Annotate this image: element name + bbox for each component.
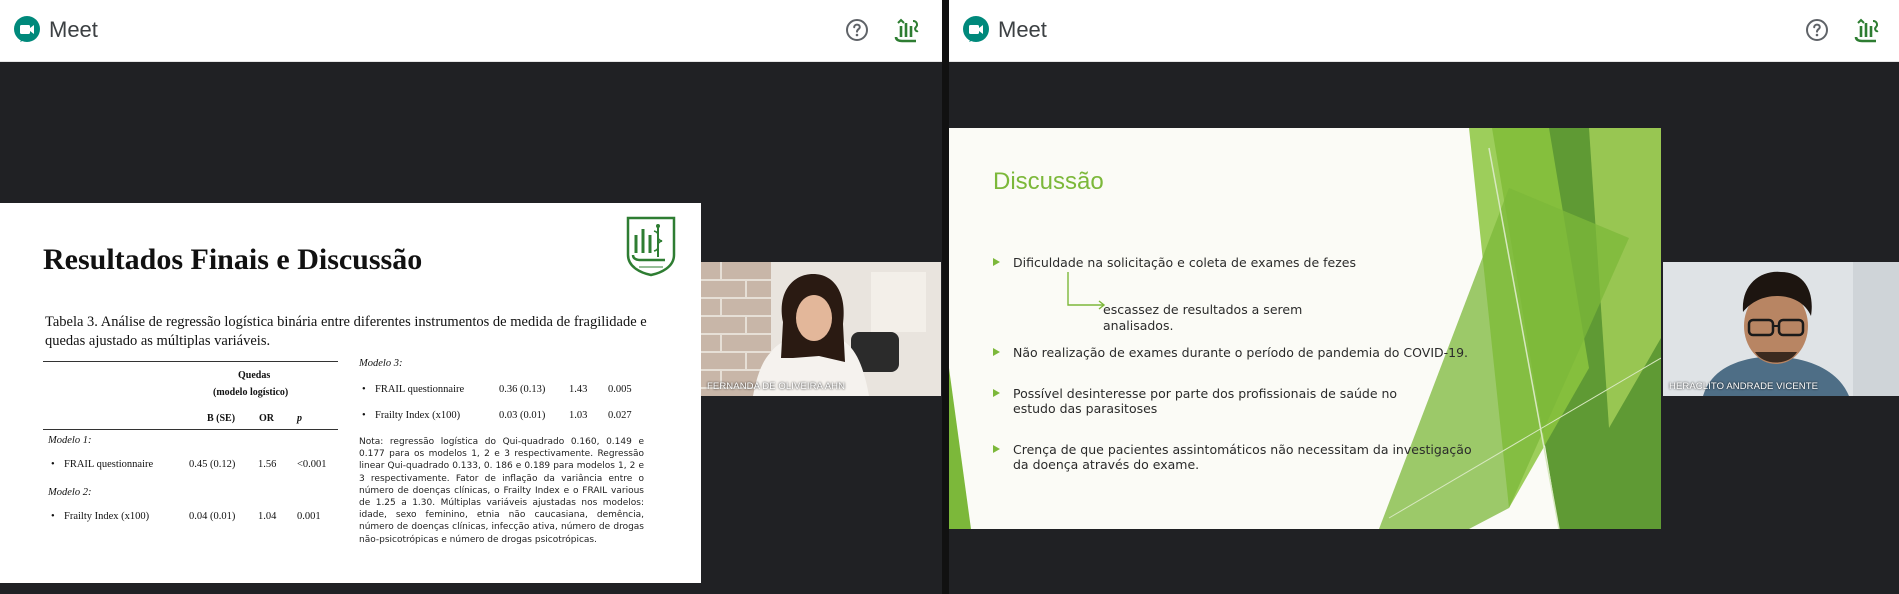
table-rule xyxy=(43,361,338,362)
model-label: Modelo 3: xyxy=(359,358,403,369)
meet-logo-icon xyxy=(14,16,40,42)
model-label: Modelo 1: xyxy=(48,435,92,446)
table-row-label: Frailty Index (x100) xyxy=(362,410,460,421)
institution-logo-icon xyxy=(626,216,676,277)
right-meet-window: Meet Discussão Dificuldade na solicitaçã… xyxy=(949,0,1899,594)
col-header-b-se: B (SE) xyxy=(207,413,236,424)
brand-icon[interactable] xyxy=(892,15,922,45)
slide-title: Resultados Finais e Discussão xyxy=(43,243,423,276)
window-divider xyxy=(942,0,949,594)
table-caption: Tabela 3. Análise de regressão logística… xyxy=(45,314,647,349)
col-header-or: OR xyxy=(259,413,274,424)
arrow-bullet-icon xyxy=(993,445,1000,453)
left-meet-window: Meet Resultados Finais e Discussão Tabel… xyxy=(0,0,942,594)
table-row-label: Frailty Index (x100) xyxy=(51,511,149,522)
presentation-stage: Resultados Finais e Discussão Tabela 3. … xyxy=(0,62,942,594)
table-row-label: FRAIL questionnaire xyxy=(362,384,464,395)
participant-video-tile[interactable]: FERNANDA DE OLIVEIRA AHN xyxy=(701,262,941,396)
shared-slide: Discussão Dificuldade na solicitação e c… xyxy=(949,128,1661,529)
help-icon[interactable] xyxy=(1805,18,1829,42)
table-cell: 1.56 xyxy=(258,459,277,470)
participant-name: FERNANDA DE OLIVEIRA AHN xyxy=(707,381,846,392)
table-cell: <0.001 xyxy=(297,459,327,470)
table-row-label: FRAIL questionnaire xyxy=(51,459,153,470)
meet-logo-icon xyxy=(963,16,989,42)
sub-point: escassez de resultados a serem analisado… xyxy=(1103,302,1303,333)
participant-video-image xyxy=(701,262,941,396)
table-rule xyxy=(43,429,338,430)
table-cell: 0.001 xyxy=(297,511,321,522)
help-icon[interactable] xyxy=(845,18,869,42)
table-cell: 0.04 (0.01) xyxy=(189,511,236,522)
participant-video-image xyxy=(1663,262,1899,396)
arrow-bullet-icon xyxy=(993,389,1000,397)
table-cell: 1.04 xyxy=(258,511,277,522)
table-note: Nota: regressão logística do Qui-quadrad… xyxy=(359,437,644,545)
shared-slide: Resultados Finais e Discussão Tabela 3. … xyxy=(0,203,701,583)
participant-name: HERACLITO ANDRADE VICENTE xyxy=(1669,381,1819,392)
table-cell: 1.03 xyxy=(569,410,588,421)
table-cell: 0.005 xyxy=(608,384,632,395)
table-cell: 0.45 (0.12) xyxy=(189,459,236,470)
table-cell: 0.36 (0.13) xyxy=(499,384,546,395)
top-bar: Meet xyxy=(0,0,942,62)
col-header-p: p xyxy=(297,413,302,424)
connector-arrow-icon xyxy=(1067,272,1106,310)
participant-video-tile[interactable]: HERACLITO ANDRADE VICENTE xyxy=(1663,262,1899,396)
presentation-stage: Discussão Dificuldade na solicitação e c… xyxy=(949,62,1899,594)
arrow-bullet-icon xyxy=(993,258,1000,266)
table-cell: 1.43 xyxy=(569,384,588,395)
table-cell: 0.03 (0.01) xyxy=(499,410,546,421)
app-title: Meet xyxy=(998,17,1047,42)
table-group-subheader: (modelo logístico) xyxy=(213,387,289,398)
table-cell: 0.027 xyxy=(608,410,632,421)
table-group-header: Quedas xyxy=(238,370,271,381)
arrow-bullet-icon xyxy=(993,348,1000,356)
slide-title: Discussão xyxy=(993,168,1104,195)
model-label: Modelo 2: xyxy=(48,487,92,498)
brand-icon[interactable] xyxy=(1852,15,1882,45)
app-title: Meet xyxy=(49,17,98,42)
top-bar: Meet xyxy=(949,0,1899,62)
